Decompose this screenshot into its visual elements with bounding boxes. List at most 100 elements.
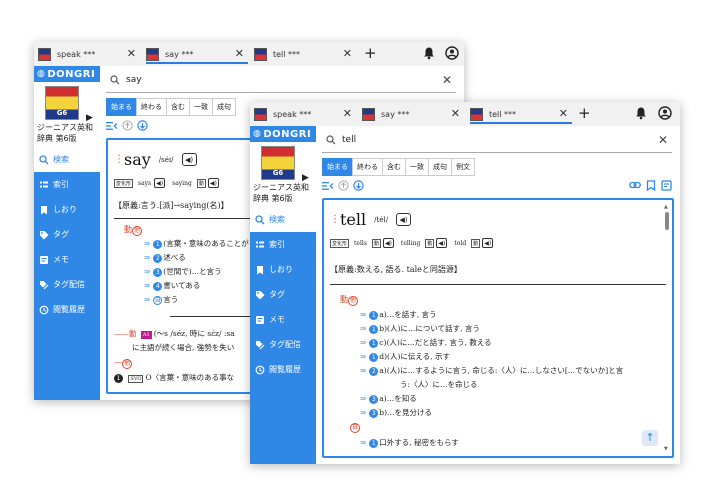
headword: tell <box>340 210 367 229</box>
sidebar-item-bookmark[interactable]: しおり <box>34 197 100 222</box>
mode-ends-with[interactable]: 終わる <box>136 98 167 116</box>
sidebar-item-tag[interactable]: タグ <box>34 222 100 247</box>
sense-number[interactable]: 3 <box>369 409 379 418</box>
sense-number[interactable]: 3 <box>369 395 379 404</box>
link-icon[interactable] <box>629 180 641 190</box>
tab-speak[interactable]: speak *** ✕ <box>254 102 356 126</box>
tab-say[interactable]: say *** ✕ <box>362 102 464 126</box>
mode-contains[interactable]: 含む <box>382 158 406 176</box>
speaker-icon[interactable]: ◀) <box>154 178 166 188</box>
scroll-down-icon[interactable]: ▼ <box>664 446 668 452</box>
tab-label: speak *** <box>273 109 312 119</box>
scrollbar-thumb[interactable] <box>665 212 669 230</box>
tab-say[interactable]: say *** ✕ <box>146 42 248 66</box>
sidebar-item-bookmark[interactable]: しおり <box>250 257 316 282</box>
sense-number[interactable]: 1 <box>369 339 379 348</box>
close-icon[interactable]: ✕ <box>127 47 136 60</box>
speaker-icon[interactable]: ◀) <box>181 153 197 166</box>
list-collapse-icon[interactable] <box>322 181 334 191</box>
close-icon[interactable]: ✕ <box>559 107 568 120</box>
sidebar-item-search[interactable]: 検索 <box>34 147 100 172</box>
speaker-icon[interactable]: ◀) <box>382 238 394 248</box>
sidebar: ◍ DONGRI G6 ▶ ジーニアス英和辞典 第6版 検索 索引 しおり タグ <box>250 126 316 464</box>
list-collapse-icon[interactable] <box>106 121 118 131</box>
arrow-up-circle-icon[interactable] <box>122 120 133 131</box>
sense-number[interactable]: 2 <box>369 367 379 376</box>
sense-text: 書いてある <box>163 281 201 290</box>
sidebar-item-tag[interactable]: タグ <box>250 282 316 307</box>
bookmark-outline-icon[interactable] <box>646 180 656 191</box>
search-input[interactable]: say <box>126 75 442 85</box>
new-tab-plus-icon[interactable]: + <box>364 44 377 62</box>
mode-starts-with[interactable]: 始まる <box>322 158 353 176</box>
mode-example[interactable]: 例文 <box>451 158 475 176</box>
sense-number[interactable]: 自 <box>153 296 163 305</box>
search-input[interactable]: tell <box>342 135 658 145</box>
sense-text: (人)に伝える, 示す <box>387 352 450 361</box>
mode-exact[interactable]: 一致 <box>405 158 429 176</box>
sense-number[interactable]: 4 <box>153 282 163 291</box>
sense-number[interactable]: 1 <box>369 311 379 320</box>
scrollbar[interactable]: ▲ ▼ <box>664 204 670 452</box>
book-selector[interactable]: G6 ▶ ジーニアス英和辞典 第6版 <box>34 82 100 147</box>
speaker-icon[interactable]: ◀) <box>482 238 494 248</box>
sense-number[interactable]: 2 <box>153 254 163 263</box>
search-icon <box>326 135 336 145</box>
close-icon[interactable]: ✕ <box>451 107 460 120</box>
sidebar-item-index[interactable]: 索引 <box>250 232 316 257</box>
sidebar-item-tag-distribution[interactable]: タグ配信 <box>34 272 100 297</box>
bell-icon[interactable] <box>422 46 436 60</box>
sidebar-item-memo[interactable]: メモ <box>34 247 100 272</box>
sidebar-item-history[interactable]: 閲覧履歴 <box>34 297 100 322</box>
account-icon[interactable] <box>445 46 459 60</box>
arrow-down-circle-icon[interactable] <box>353 180 364 191</box>
mode-exact[interactable]: 一致 <box>189 98 213 116</box>
mode-idiom[interactable]: 成句 <box>212 98 236 116</box>
memo-icon <box>40 255 48 264</box>
tab-label: tell *** <box>273 49 301 59</box>
book-selector[interactable]: G6 ▶ ジーニアス英和辞典 第6版 <box>250 142 316 207</box>
sidebar-item-label: 検索 <box>53 155 69 164</box>
search-bar[interactable]: say ✕ <box>106 68 456 93</box>
sense-number[interactable]: 1 <box>153 240 163 249</box>
tab-speak[interactable]: speak *** ✕ <box>38 42 140 66</box>
pos-sub-label: 他 <box>122 359 132 369</box>
sidebar-item-tag-distribution[interactable]: タグ配信 <box>250 332 316 357</box>
back-to-top-button[interactable]: ↑ <box>642 430 658 446</box>
clear-icon[interactable]: ✕ <box>658 133 668 147</box>
speaker-icon[interactable]: ◀) <box>396 213 412 226</box>
tab-tell[interactable]: tell *** ✕ <box>254 42 356 66</box>
search-bar[interactable]: tell ✕ <box>322 128 672 153</box>
tab-tell[interactable]: tell *** ✕ <box>470 102 572 126</box>
sidebar-item-memo[interactable]: メモ <box>250 307 316 332</box>
mode-contains[interactable]: 含む <box>166 98 190 116</box>
account-icon[interactable] <box>658 106 672 120</box>
sidebar-item-history[interactable]: 閲覧履歴 <box>250 357 316 382</box>
arrow-up-circle-icon[interactable] <box>338 180 349 191</box>
sense-number[interactable]: 1 <box>369 353 379 362</box>
memo-edit-icon[interactable] <box>661 180 672 191</box>
bell-icon[interactable] <box>634 106 648 120</box>
new-tab-plus-icon[interactable]: + <box>578 104 591 122</box>
sense-number[interactable]: 3 <box>153 268 163 277</box>
sense-number[interactable]: 1 <box>369 439 379 448</box>
mode-ends-with[interactable]: 終わる <box>352 158 383 176</box>
inflection-badge: 変化形 <box>330 238 350 248</box>
sense-number[interactable]: 1 <box>369 325 379 334</box>
clear-icon[interactable]: ✕ <box>442 73 452 87</box>
close-icon[interactable]: ✕ <box>343 107 352 120</box>
sense-number[interactable]: 1 <box>114 374 123 383</box>
mode-starts-with[interactable]: 始まる <box>106 98 137 116</box>
close-icon[interactable]: ✕ <box>235 47 244 60</box>
speaker-icon[interactable]: ◀) <box>436 238 448 248</box>
scroll-up-icon[interactable]: ▲ <box>664 204 668 210</box>
mode-idiom[interactable]: 成句 <box>428 158 452 176</box>
close-icon[interactable]: ✕ <box>343 47 352 60</box>
play-arrow-icon[interactable]: ▶ <box>302 173 309 183</box>
sense-text: 口外する, 秘密をもらす <box>379 438 459 447</box>
sidebar-item-index[interactable]: 索引 <box>34 172 100 197</box>
sidebar-item-search[interactable]: 検索 <box>250 207 316 232</box>
speaker-icon[interactable]: ◀) <box>207 178 219 188</box>
play-arrow-icon[interactable]: ▶ <box>86 113 93 123</box>
arrow-down-circle-icon[interactable] <box>137 120 148 131</box>
